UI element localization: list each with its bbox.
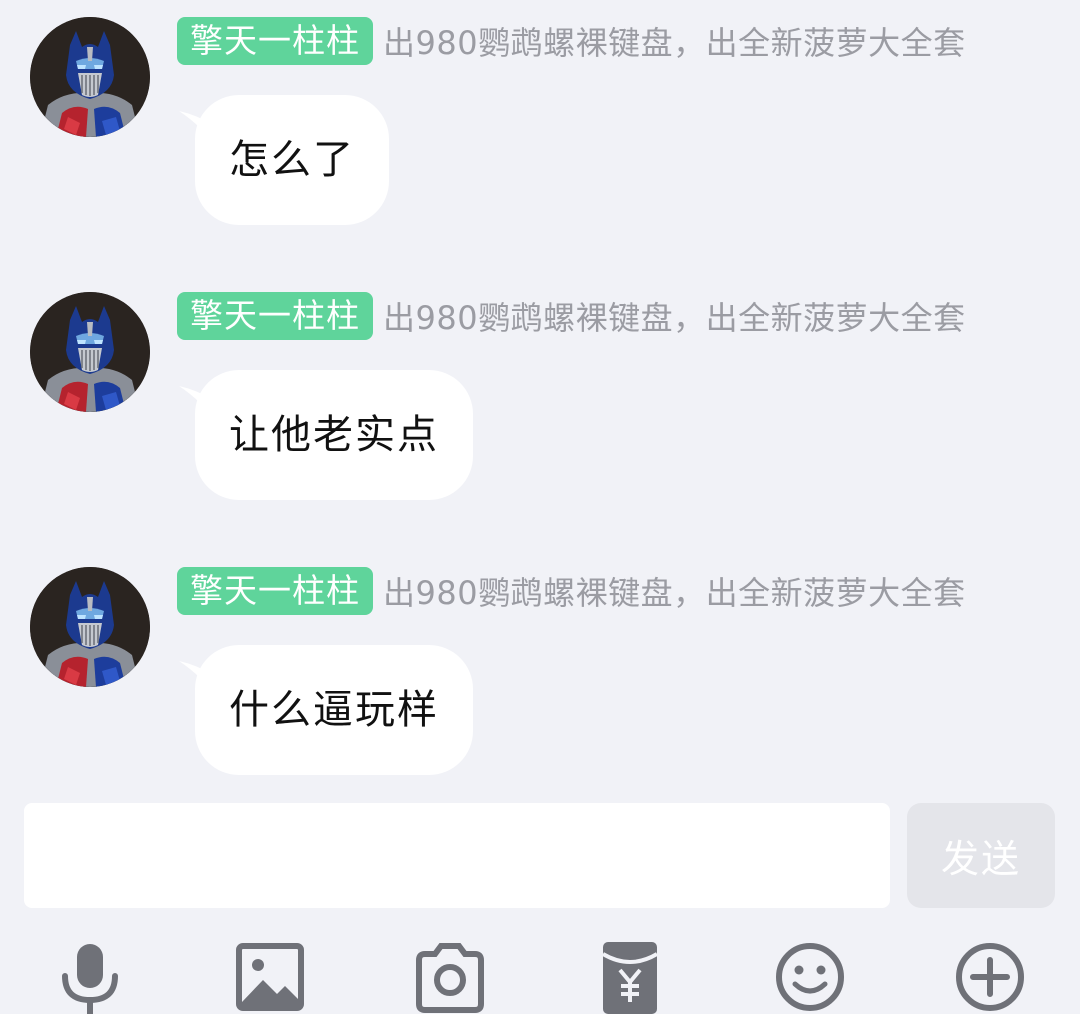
- sender-header: 擎天一柱柱 出980鹦鹉螺裸键盘，出全新菠萝大全套: [177, 292, 966, 340]
- message-bubble-container: 什么逼玩样: [177, 645, 473, 775]
- robot-avatar-icon: [30, 17, 150, 137]
- chat-message: 擎天一柱柱 出980鹦鹉螺裸键盘，出全新菠萝大全套 什么逼玩样: [0, 567, 1080, 827]
- message-bubble[interactable]: 怎么了: [195, 95, 389, 225]
- red-packet-button[interactable]: [590, 940, 670, 1014]
- voice-button[interactable]: [50, 940, 130, 1014]
- image-icon: [236, 943, 304, 1011]
- chat-message: 擎天一柱柱 出980鹦鹉螺裸键盘，出全新菠萝大全套 怎么了: [0, 17, 1080, 277]
- plus-icon: [956, 943, 1024, 1011]
- message-bubble[interactable]: 什么逼玩样: [195, 645, 473, 775]
- image-button[interactable]: [230, 940, 310, 1011]
- message-bubble-container: 让他老实点: [177, 370, 473, 500]
- send-button[interactable]: 发送: [907, 803, 1055, 908]
- chat-message: 擎天一柱柱 出980鹦鹉螺裸键盘，出全新菠萝大全套 让他老实点: [0, 292, 1080, 552]
- input-toolbar: [0, 940, 1080, 1014]
- group-name-text: 出980鹦鹉螺裸键盘，出全新菠萝大全套: [383, 299, 966, 337]
- avatar[interactable]: [30, 17, 150, 137]
- robot-avatar-icon: [30, 567, 150, 687]
- group-name-text: 出980鹦鹉螺裸键盘，出全新菠萝大全套: [383, 574, 966, 612]
- microphone-icon: [62, 944, 118, 1014]
- sender-tag[interactable]: 擎天一柱柱: [177, 292, 373, 340]
- avatar[interactable]: [30, 292, 150, 412]
- sender-header: 擎天一柱柱 出980鹦鹉螺裸键盘，出全新菠萝大全套: [177, 17, 966, 65]
- avatar[interactable]: [30, 567, 150, 687]
- camera-icon: [416, 943, 484, 1013]
- emoji-icon: [776, 943, 844, 1011]
- sender-header: 擎天一柱柱 出980鹦鹉螺裸键盘，出全新菠萝大全套: [177, 567, 966, 615]
- message-input[interactable]: [24, 803, 890, 908]
- robot-avatar-icon: [30, 292, 150, 412]
- group-name-text: 出980鹦鹉螺裸键盘，出全新菠萝大全套: [383, 24, 966, 62]
- red-packet-icon: [601, 942, 659, 1014]
- sender-tag[interactable]: 擎天一柱柱: [177, 567, 373, 615]
- chat-message-list[interactable]: 擎天一柱柱 出980鹦鹉螺裸键盘，出全新菠萝大全套 怎么了 擎天一柱柱 出980…: [0, 0, 1080, 790]
- camera-button[interactable]: [410, 940, 490, 1013]
- message-bubble[interactable]: 让他老实点: [195, 370, 473, 500]
- message-bubble-container: 怎么了: [177, 95, 389, 225]
- sender-tag[interactable]: 擎天一柱柱: [177, 17, 373, 65]
- message-input-bar: 发送: [0, 790, 1080, 1014]
- more-button[interactable]: [950, 940, 1030, 1011]
- emoji-button[interactable]: [770, 940, 850, 1011]
